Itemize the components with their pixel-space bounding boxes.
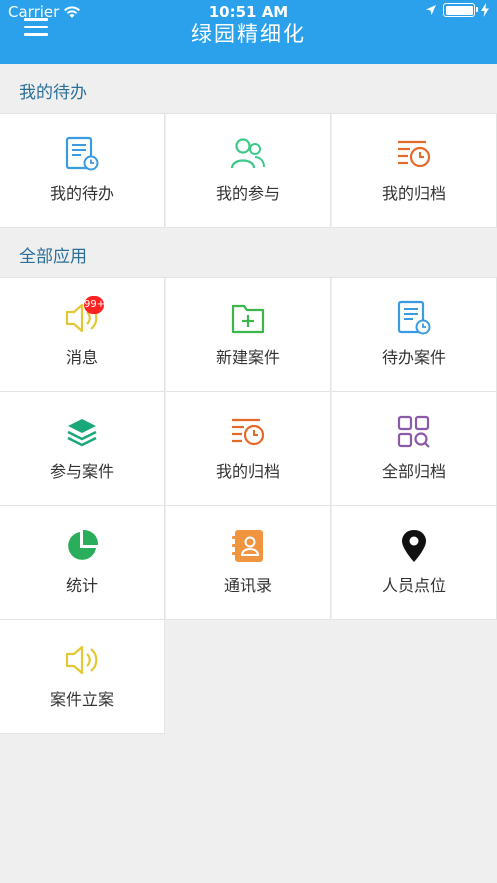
page-title: 绿园精细化 [191,22,306,46]
grid-item-label: 参与案件 [49,462,114,481]
grid-item-label: 人员点位 [381,576,446,595]
grid-item-personnel-location[interactable]: 人员点位 [332,506,497,620]
grid-item-my-archive-2[interactable]: 我的归档 [166,392,331,506]
list-clock-icon [232,418,265,446]
grid-item-my-participation[interactable]: 我的参与 [166,114,331,228]
grid-item-messages[interactable]: 99+ 消息 [0,278,165,392]
grid-item-label: 我的归档 [215,462,280,481]
grid-item-contacts[interactable]: 通讯录 [166,506,331,620]
folder-plus-icon [231,304,265,334]
location-arrow-icon [426,5,436,15]
grid-item-new-case[interactable]: 新建案件 [166,278,331,392]
grid-item-participated-cases[interactable]: 参与案件 [0,392,165,506]
grid-item-label: 我的参与 [215,184,280,203]
list-clock-icon [398,140,431,168]
pie-chart-icon [68,529,99,560]
doc-clock-icon [65,136,99,171]
grid-item-todo-cases[interactable]: 待办案件 [332,278,497,392]
grid-item-my-todo[interactable]: 我的待办 [0,114,165,228]
grid-item-label: 全部归档 [381,462,446,481]
section-label-todo: 我的待办 [19,83,87,103]
doc-clock-icon [397,300,431,335]
grid-item-label: 待办案件 [381,348,446,367]
users-icon [230,138,265,169]
grid-item-label: 我的归档 [381,184,446,203]
grid-item-my-archive[interactable]: 我的归档 [332,114,497,228]
grid-item-label: 新建案件 [215,348,280,367]
grid-item-statistics[interactable]: 统计 [0,506,165,620]
charging-bolt-icon [481,3,489,17]
grid-item-label: 我的待办 [49,184,114,203]
grid-item-label: 案件立案 [49,690,114,709]
grid-item-label: 通讯录 [223,576,272,595]
battery-icon [443,3,478,17]
status-right [425,3,489,17]
grid-item-label: 消息 [65,348,98,367]
grid-item-case-filing[interactable]: 案件立案 [0,620,165,734]
layers-icon [67,419,97,447]
location-pin-icon [402,530,426,562]
contacts-book-icon [232,530,263,562]
section-label-all-apps: 全部应用 [19,247,87,267]
app-header: Carrier 10:51 AM 绿园精细化 [0,0,497,64]
speaker-icon [65,645,98,675]
grid-item-label: 统计 [65,576,98,595]
grid-item-all-archive[interactable]: 全部归档 [332,392,497,506]
grid-search-icon [397,415,430,448]
notification-badge: 99+ [84,296,105,314]
